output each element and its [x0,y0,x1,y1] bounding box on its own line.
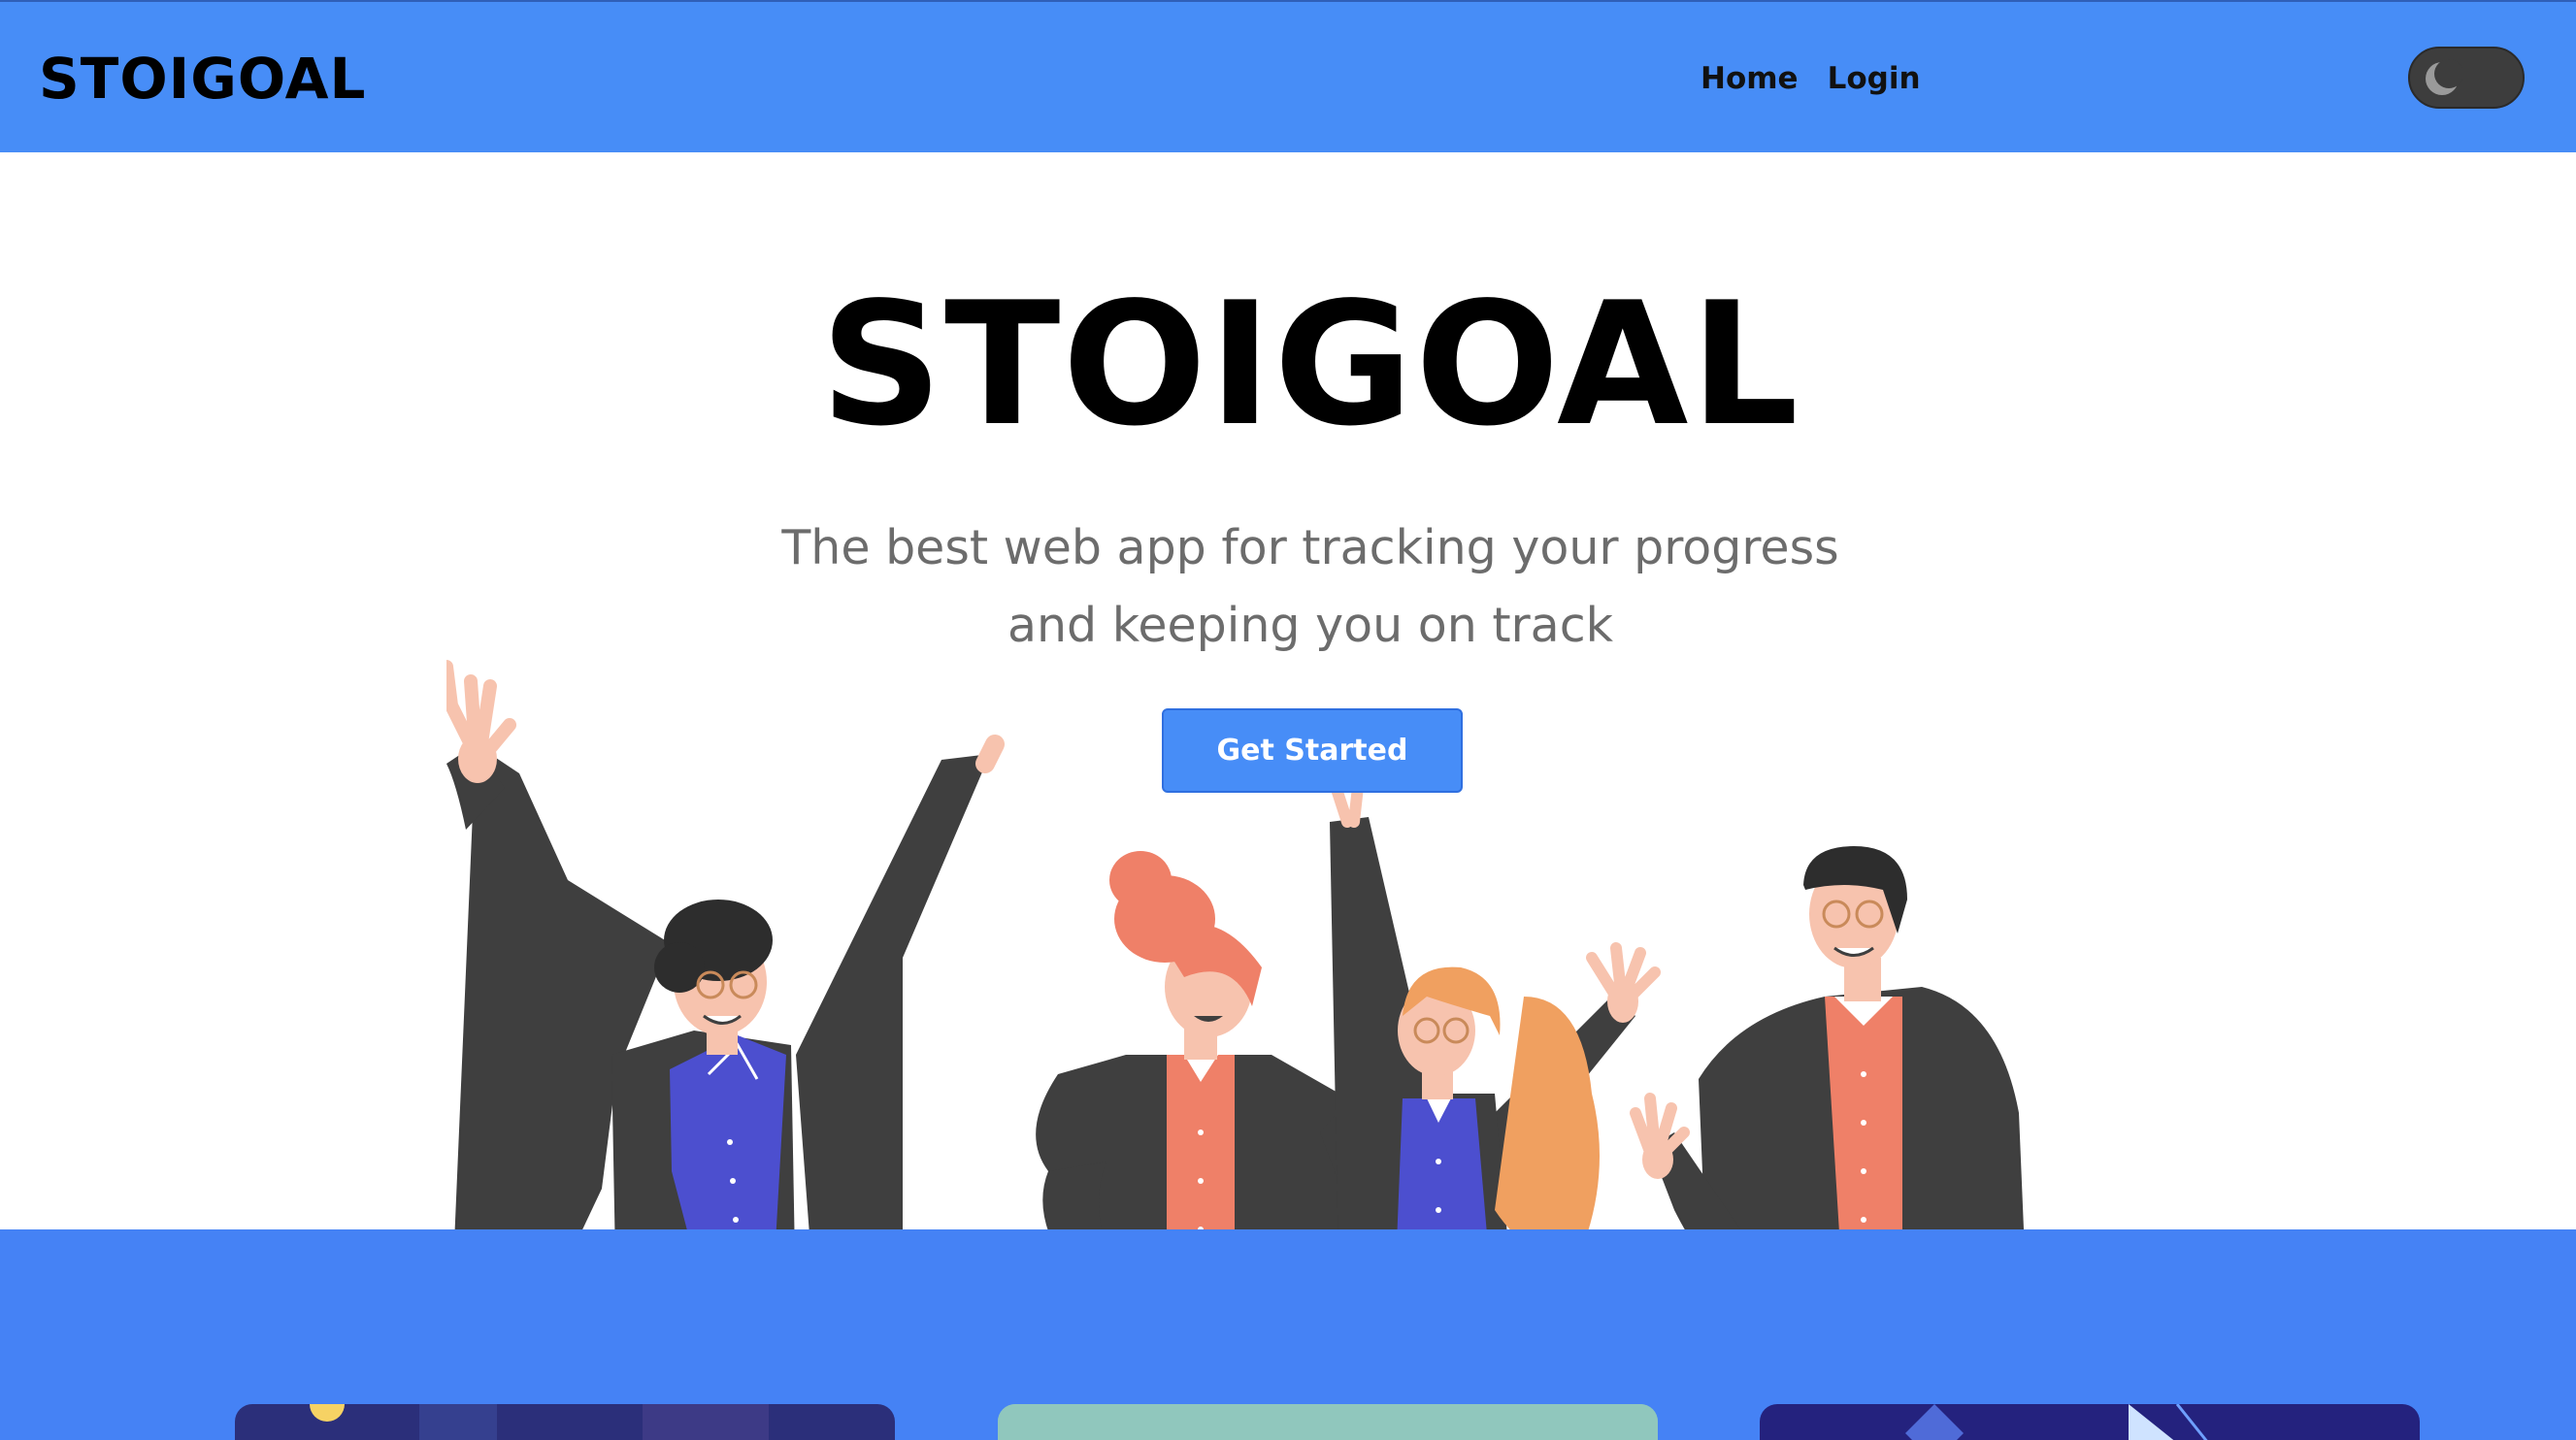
get-started-button[interactable]: Get Started [1162,708,1463,793]
hero-subtitle-line-1: The best web app for tracking your progr… [781,520,1839,575]
hero-subtitle-line-2: and keeping you on track [1007,598,1614,653]
navbar: STOIGOAL Home Login [0,0,2576,152]
hero-title: STOIGOAL [820,267,1800,464]
nav-link-home[interactable]: Home [1701,58,1799,99]
feature-card-1-image [310,1404,769,1440]
feature-card-3[interactable] [1760,1404,2420,1440]
moon-icon [2426,59,2462,95]
hero-section: STOIGOAL The best web app for tracking y… [0,152,2576,1312]
feature-card-3-image [1905,1404,2208,1440]
feature-card-1[interactable] [235,1404,895,1440]
theme-toggle[interactable] [2408,47,2525,109]
brand-logo[interactable]: STOIGOAL [39,45,366,113]
nav-link-login[interactable]: Login [1828,58,1921,99]
features-section [0,1229,2576,1440]
feature-card-2-image [998,1404,1658,1440]
person-1 [446,660,1005,1312]
nav-links: Home Login [1701,58,1921,99]
hero-subtitle: The best web app for tracking your progr… [738,509,1883,665]
feature-card-2[interactable] [998,1404,1658,1440]
people-celebrating-illustration [446,660,2024,1312]
